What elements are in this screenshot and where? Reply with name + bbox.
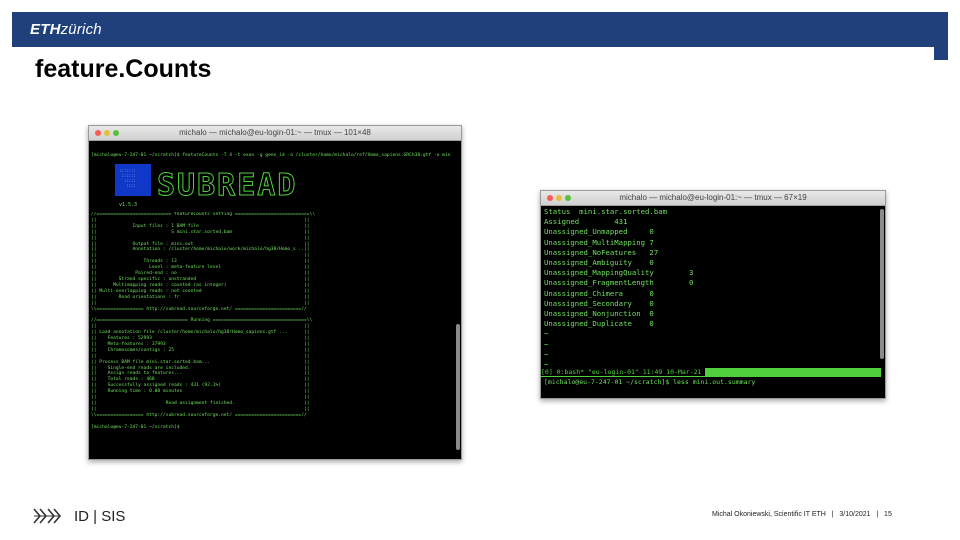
terminal-line: Unassigned_MappingQuality 3 <box>544 268 694 278</box>
minimize-icon[interactable] <box>556 195 562 201</box>
maximize-icon[interactable] <box>113 130 119 136</box>
terminal-line: Unassigned_FragmentLength 0 <box>544 278 694 288</box>
eth-zurich-logo: ETHzürich <box>30 20 102 40</box>
terminal-line: Status mini.star.sorted.bam <box>544 207 668 216</box>
terminal-line: Unassigned_NoFeatures 27 <box>544 247 659 257</box>
window-title: michalo — michalo@eu-login-01:~ — tmux —… <box>179 128 371 137</box>
terminal-line: [michalo@eu-7-247-01 ~/scratch]$ <box>91 424 183 430</box>
subread-logo-icon: ::::::: :::::: ::::: :::: <box>115 164 151 196</box>
tmux-status: [0] 0:bash* "eu-login-01" 11:49 10-Mar-2… <box>541 368 706 376</box>
logo-eth: ETH <box>30 21 61 38</box>
date: 3/10/2021 <box>839 511 871 518</box>
featurecounts-log: //=========================== featureCou… <box>91 212 447 457</box>
terminal-line: Unassigned_Nonjunction 0 <box>544 309 654 319</box>
window-titlebar[interactable]: michalo — michalo@eu-login-01:~ — tmux —… <box>89 126 461 141</box>
terminal-window-summary[interactable]: michalo — michalo@eu-login-01:~ — tmux —… <box>540 190 886 399</box>
footer-info: Michal Okoniewski, Scientific IT ETH | 3… <box>712 511 892 518</box>
terminal-line: Unassigned_MultiMapping 7 <box>544 237 654 247</box>
minimize-icon[interactable] <box>104 130 110 136</box>
header-bar: ETHzürich <box>12 12 948 47</box>
author: Michal Okoniewski, Scientific IT ETH <box>712 511 826 518</box>
window-titlebar[interactable]: michalo — michalo@eu-login-01:~ — tmux —… <box>541 191 885 206</box>
header-corner <box>934 47 948 60</box>
scrollbar[interactable] <box>456 324 460 450</box>
terminal-line: Unassigned_Secondary 0 <box>544 298 654 308</box>
terminal-line: ~ <box>544 339 549 349</box>
close-icon[interactable] <box>547 195 553 201</box>
scrollbar[interactable] <box>880 209 884 359</box>
slide-title: feature.Counts <box>35 55 212 83</box>
separator: | <box>876 511 879 518</box>
org-label: ID | SIS <box>74 507 126 525</box>
page-number: 15 <box>884 511 892 518</box>
summary-output: Status mini.star.sorted.bam Assigned 431 U… <box>544 207 874 377</box>
prompt-line: [michalo@eu-7-247-01 ~/scratch]$ feature… <box>91 153 451 159</box>
terminal-line: Assigned 431 <box>544 217 628 227</box>
command-line[interactable]: [michalo@eu-7-247-01 ~/scratch]$ less mi… <box>544 378 880 387</box>
terminal-line: Unassigned_Unmapped 0 <box>544 227 654 237</box>
separator: | <box>831 511 834 518</box>
window-title: michalo — michalo@eu-login-01:~ — tmux —… <box>619 193 807 202</box>
tmux-status-bar: [0] 0:bash* "eu-login-01" 11:49 10-Mar-2… <box>541 368 881 377</box>
terminal-line: Unassigned_Ambiguity 0 <box>544 258 654 268</box>
logo-pattern: ::::::: :::::: ::::: :::: <box>119 168 136 188</box>
terminal-line: ~ <box>544 349 549 359</box>
version-label: v1.5.3 <box>119 202 138 208</box>
logo-zurich: zürich <box>60 21 102 38</box>
terminal-line: Unassigned_Chimera 0 <box>544 288 654 298</box>
close-icon[interactable] <box>95 130 101 136</box>
terminal-window-main[interactable]: michalo — michalo@eu-login-01:~ — tmux —… <box>88 125 462 460</box>
eth-emblem-icon <box>32 507 62 525</box>
terminal-line: ~ <box>544 329 549 339</box>
terminal-line: Unassigned_Duplicate 0 <box>544 319 654 329</box>
subread-banner: SUBREAD <box>156 168 298 204</box>
maximize-icon[interactable] <box>565 195 571 201</box>
footer-org: ID | SIS <box>32 507 125 525</box>
